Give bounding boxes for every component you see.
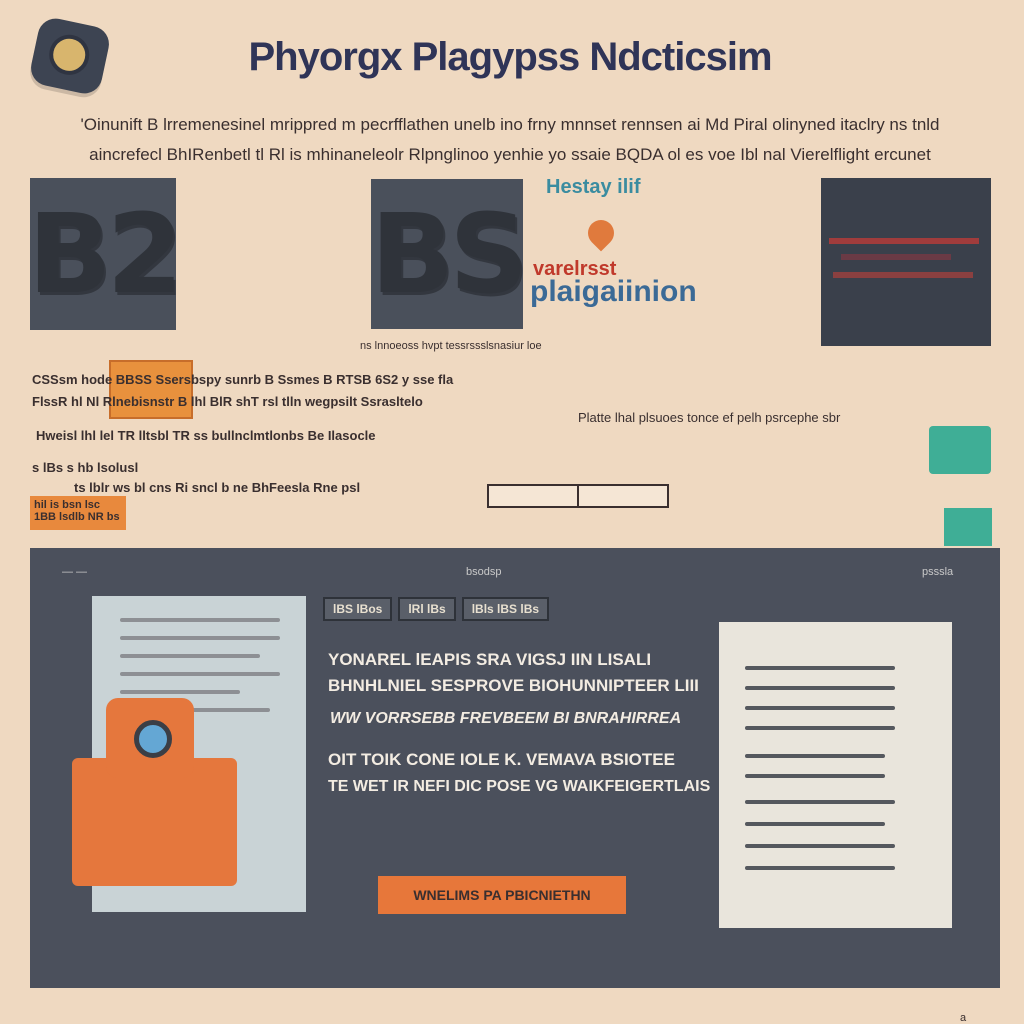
app-logo-icon[interactable]	[27, 15, 113, 97]
thumbnail-tile-1[interactable]: B2	[28, 178, 183, 330]
panel-tabs: lBS lBos lRl lBs lBls lBS lBs	[323, 597, 550, 621]
row-right-text: Platte lhal plsuoes tonce ef pelh psrcep…	[578, 410, 841, 425]
panel-text-2: BHNHLNIEL SESPROVE BIOHUNNIPTEER LIII	[328, 676, 699, 695]
row-2-text: FlssR hl Nl Rlnebisnstr B lhl BlR shT rs…	[32, 394, 423, 409]
tab-3[interactable]: lBls lBS lBs	[461, 597, 550, 621]
pin-icon	[582, 214, 620, 252]
input-field-right[interactable]	[577, 484, 669, 508]
intro-line-2: aincrefecl BhIRenbetl tl Rl is mhinanele…	[89, 145, 931, 164]
tab-1[interactable]: lBS lBos	[323, 597, 393, 621]
tile-caption: ns lnnoeoss hvpt tessrssslsnasiur loe	[360, 340, 542, 352]
row-1-text: CSSsm hode BBSS Ssersbspy sunrb B Ssmes …	[32, 372, 454, 387]
tab-2[interactable]: lRl lBs	[398, 597, 456, 621]
code-preview-tile[interactable]	[821, 178, 991, 346]
panel-text-4: OIT TOIK CONE IOLE K. VEMAVA BSIOTEE	[328, 750, 675, 769]
row-5-text: ts lblr ws bl cns Ri sncl b ne BhFeesla …	[74, 480, 361, 495]
camera-icon	[106, 698, 194, 778]
brand-line-c: plaigaiinion	[530, 275, 697, 308]
page-title: Phyorgx Plagypss Ndcticsim	[248, 35, 772, 79]
row-4-text: s lBs s hb lsolusl	[32, 460, 139, 475]
panel-top-center-label: bsodsp	[466, 566, 502, 578]
input-field-left[interactable]	[487, 484, 579, 508]
status-badge: hil is bsn lsc 1BB lsdlb NR bs	[30, 496, 126, 530]
cta-button[interactable]: WNELIMS PA PBICNIETHN	[378, 876, 626, 914]
panel-top-left-label: — —	[62, 566, 88, 578]
intro-text: 'Oinunift B lrremenesinel mrippred m pec…	[60, 110, 960, 170]
warning-image-icon	[109, 360, 193, 419]
envelope-send-icon[interactable]	[944, 508, 992, 546]
image-icon[interactable]	[929, 426, 991, 474]
brand-line-a: Hestay ilif	[546, 176, 641, 198]
document-preview-right	[719, 622, 952, 928]
panel-text-5: TE WET IR NEFI DIC POSE VG WAIKFEIGERTLA…	[328, 778, 711, 795]
footer-corner-text: a	[960, 1012, 967, 1024]
panel-text-3: WW VORRSEBB FREVBEEM BI BNRAHIRREA	[330, 710, 682, 727]
row-3-text: Hweisl lhl lel TR lltsbl TR ss bullnclmt…	[36, 428, 376, 443]
panel-text-1: YONAREL lEAPIS SRA VIGSJ IIN LISALI	[328, 650, 652, 669]
intro-line-1: 'Oinunift B lrremenesinel mrippred m pec…	[80, 115, 940, 134]
panel-top-right-label: psssla	[922, 566, 954, 578]
thumbnail-tile-2[interactable]: BS	[370, 179, 529, 329]
